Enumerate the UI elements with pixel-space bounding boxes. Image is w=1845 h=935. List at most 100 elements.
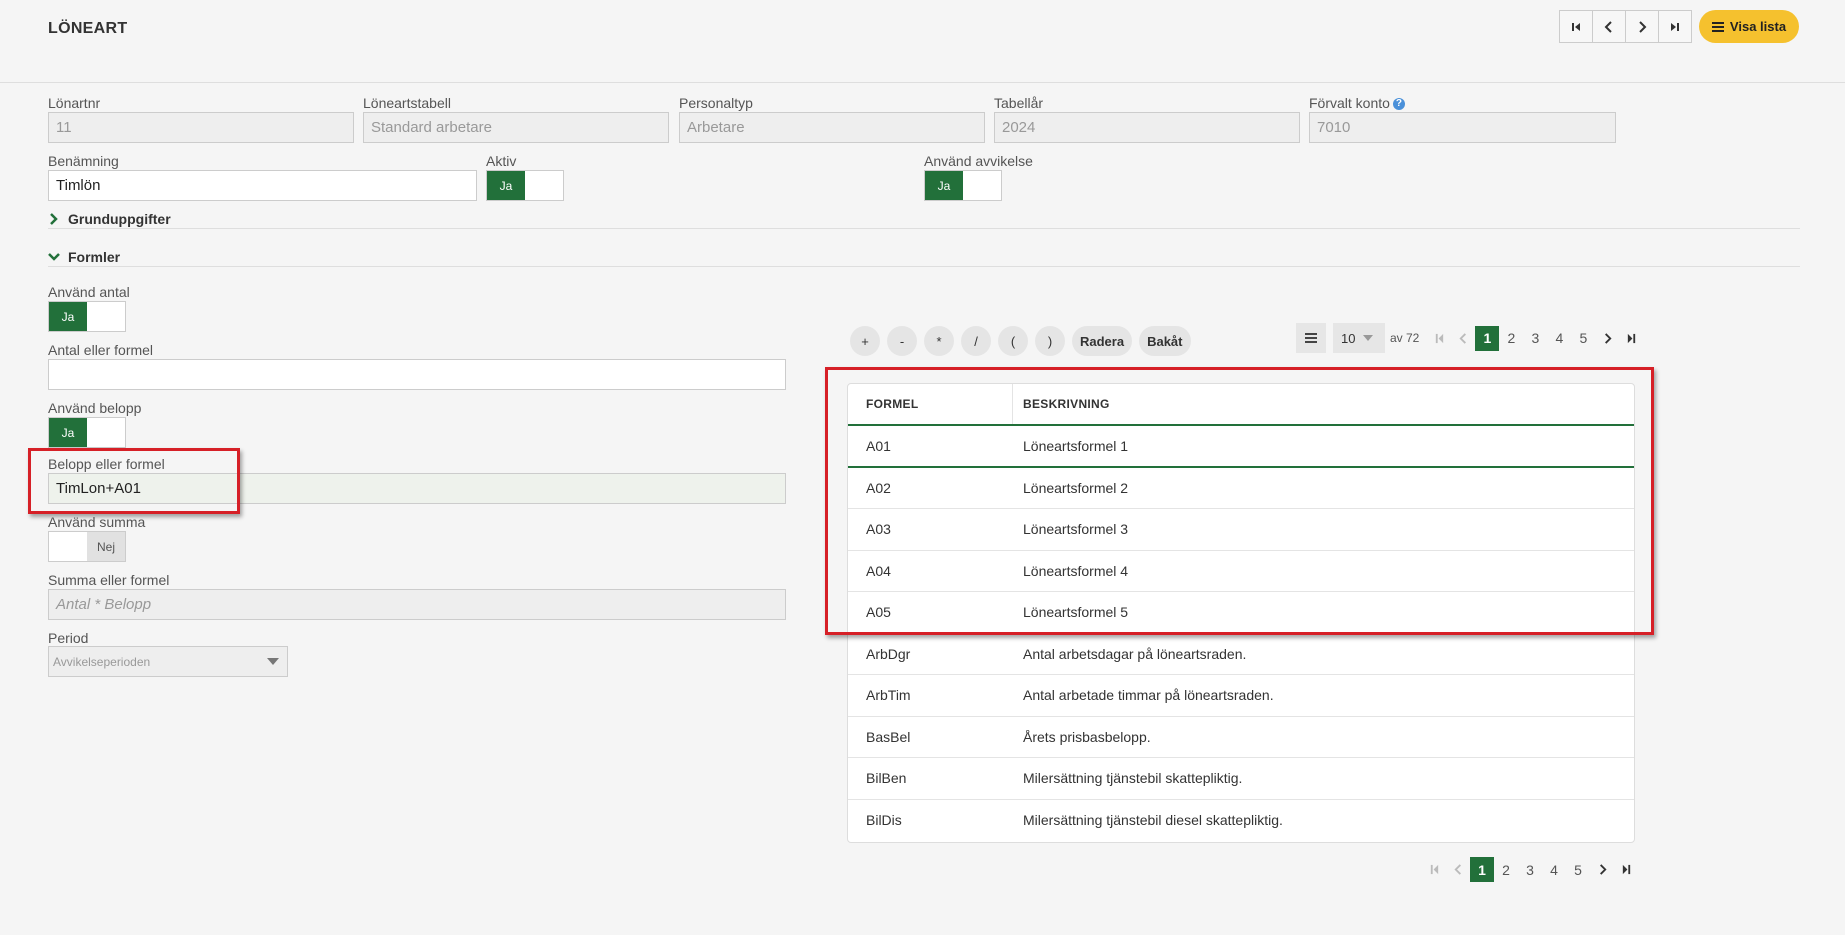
- last-icon: [1622, 864, 1630, 875]
- record-navigation: [1559, 10, 1692, 43]
- loneartstabell-field[interactable]: Standard arbetare: [363, 112, 669, 143]
- first-icon: [1572, 22, 1580, 31]
- chevron-left-icon: [1453, 864, 1461, 875]
- header-divider: [0, 82, 1845, 83]
- calculator-bar: + - * / ( ) Radera Bakåt: [850, 326, 1191, 356]
- chevron-right-icon: [1639, 20, 1647, 33]
- top-pager: 10 av 72 1 2 3 4 5: [1296, 323, 1643, 353]
- lonartnr-field[interactable]: 11: [48, 112, 354, 143]
- last-icon: [1627, 333, 1636, 343]
- page-5-button[interactable]: 5: [1566, 857, 1590, 882]
- page-1-button[interactable]: 1: [1475, 325, 1500, 351]
- forvalt-konto-label: Förvalt konto?: [1309, 95, 1405, 111]
- table-row[interactable]: BilDis Milersättning tjänstebil diesel sk…: [848, 800, 1634, 842]
- anvand-belopp-label: Använd belopp: [48, 400, 142, 416]
- calc-radera-button[interactable]: Radera: [1072, 326, 1133, 356]
- visa-lista-label: Visa lista: [1729, 19, 1787, 34]
- next-page-button[interactable]: [1590, 857, 1614, 882]
- antal-formel-label: Antal eller formel: [48, 342, 154, 358]
- page-title: LÖNEART: [48, 20, 128, 37]
- menu-icon: [1305, 333, 1317, 343]
- forvalt-konto-field[interactable]: 7010: [1309, 112, 1616, 143]
- table-row[interactable]: BasBel Årets prisbasbelopp.: [848, 717, 1634, 758]
- first-record-button[interactable]: [1559, 10, 1593, 43]
- aktiv-toggle[interactable]: Ja: [486, 170, 564, 201]
- caret-down-icon: [267, 658, 279, 665]
- anvand-avvikelse-label: Använd avvikelse: [924, 153, 1033, 169]
- page-3-button[interactable]: 3: [1523, 326, 1547, 351]
- next-page-button[interactable]: [1595, 326, 1619, 351]
- lonartnr-label: Lönartnr: [48, 95, 101, 111]
- table-row[interactable]: BilBen Milersättning tjänstebil skattepli…: [848, 758, 1634, 800]
- last-page-button[interactable]: [1619, 326, 1643, 351]
- prev-page-button[interactable]: [1451, 326, 1475, 351]
- page-2-button[interactable]: 2: [1494, 857, 1518, 882]
- calc-multiply-button[interactable]: *: [924, 326, 954, 356]
- visa-lista-button[interactable]: Visa lista: [1699, 10, 1799, 43]
- anvand-summa-toggle[interactable]: Nej: [48, 531, 126, 562]
- anvand-belopp-toggle[interactable]: Ja: [48, 417, 126, 448]
- page-4-button[interactable]: 4: [1547, 326, 1571, 351]
- page-2-button[interactable]: 2: [1499, 326, 1523, 351]
- caret-down-icon: [1363, 335, 1374, 341]
- next-record-button[interactable]: [1625, 10, 1659, 43]
- summa-formel-label: Summa eller formel: [48, 572, 170, 588]
- highlight-box-table: [825, 367, 1654, 635]
- antal-formel-input[interactable]: [48, 359, 786, 390]
- anvand-avvikelse-toggle[interactable]: Ja: [924, 170, 1002, 201]
- divider: [48, 228, 1800, 229]
- calc-plus-button[interactable]: +: [850, 326, 880, 356]
- personaltyp-label: Personaltyp: [679, 95, 753, 111]
- grunduppgifter-label: Grunduppgifter: [68, 211, 171, 227]
- help-icon[interactable]: ?: [1392, 98, 1405, 111]
- calc-close-paren-button[interactable]: ): [1035, 326, 1065, 356]
- chevron-right-icon: [50, 213, 58, 225]
- page-3-button[interactable]: 3: [1518, 857, 1542, 882]
- period-value: Avvikelseperioden: [53, 654, 151, 669]
- formler-section[interactable]: Formler: [48, 249, 120, 265]
- period-select[interactable]: Avvikelseperioden: [48, 646, 288, 677]
- formler-label: Formler: [68, 249, 121, 265]
- column-menu-button[interactable]: [1296, 323, 1326, 353]
- page-size-select[interactable]: 10: [1333, 323, 1385, 353]
- personaltyp-field[interactable]: Arbetare: [679, 112, 985, 143]
- grunduppgifter-section[interactable]: Grunduppgifter: [48, 211, 171, 227]
- aktiv-on: Ja: [487, 171, 525, 200]
- prev-page-button[interactable]: [1446, 857, 1470, 882]
- last-page-button[interactable]: [1614, 857, 1638, 882]
- page-1-button[interactable]: 1: [1470, 857, 1494, 882]
- last-record-button[interactable]: [1658, 10, 1692, 43]
- loneartstabell-label: Löneartstabell: [363, 95, 451, 111]
- benamning-input[interactable]: Timlön: [48, 170, 477, 201]
- page-4-button[interactable]: 4: [1542, 857, 1566, 882]
- first-page-button[interactable]: [1427, 326, 1451, 351]
- chevron-down-icon: [48, 253, 60, 261]
- table-row[interactable]: ArbDgr Antal arbetsdagar på löneartsraden…: [848, 634, 1634, 675]
- tabellar-field[interactable]: 2024: [994, 112, 1300, 143]
- tabellar-label: Tabellår: [994, 95, 1044, 111]
- first-page-button[interactable]: [1422, 857, 1446, 882]
- chevron-left-icon: [1604, 20, 1612, 33]
- table-row[interactable]: ArbTim Antal arbetade timmar på löneartsr…: [848, 675, 1634, 717]
- calc-divide-button[interactable]: /: [961, 326, 991, 356]
- highlight-box-belopp: [28, 448, 240, 514]
- anvand-antal-toggle[interactable]: Ja: [48, 301, 126, 332]
- bottom-pager: 1 2 3 4 5: [1422, 857, 1638, 882]
- calc-open-paren-button[interactable]: (: [998, 326, 1028, 356]
- period-label: Period: [48, 630, 89, 646]
- forvalt-konto-text: Förvalt konto: [1309, 95, 1390, 111]
- page-5-button[interactable]: 5: [1571, 326, 1595, 351]
- benamning-label: Benämning: [48, 153, 119, 169]
- page-size-value: 10: [1341, 330, 1356, 346]
- page-count-text: av 72: [1390, 331, 1420, 345]
- chevron-right-icon: [1599, 864, 1607, 875]
- first-icon: [1430, 864, 1438, 875]
- chevron-left-icon: [1459, 332, 1466, 344]
- list-icon: [1711, 22, 1724, 32]
- previous-record-button[interactable]: [1592, 10, 1626, 43]
- calc-bakat-button[interactable]: Bakåt: [1139, 326, 1191, 356]
- summa-formel-input[interactable]: Antal * Belopp: [48, 589, 786, 620]
- divider: [48, 266, 1800, 267]
- calc-minus-button[interactable]: -: [887, 326, 917, 356]
- avvikelse-on: Ja: [925, 171, 963, 200]
